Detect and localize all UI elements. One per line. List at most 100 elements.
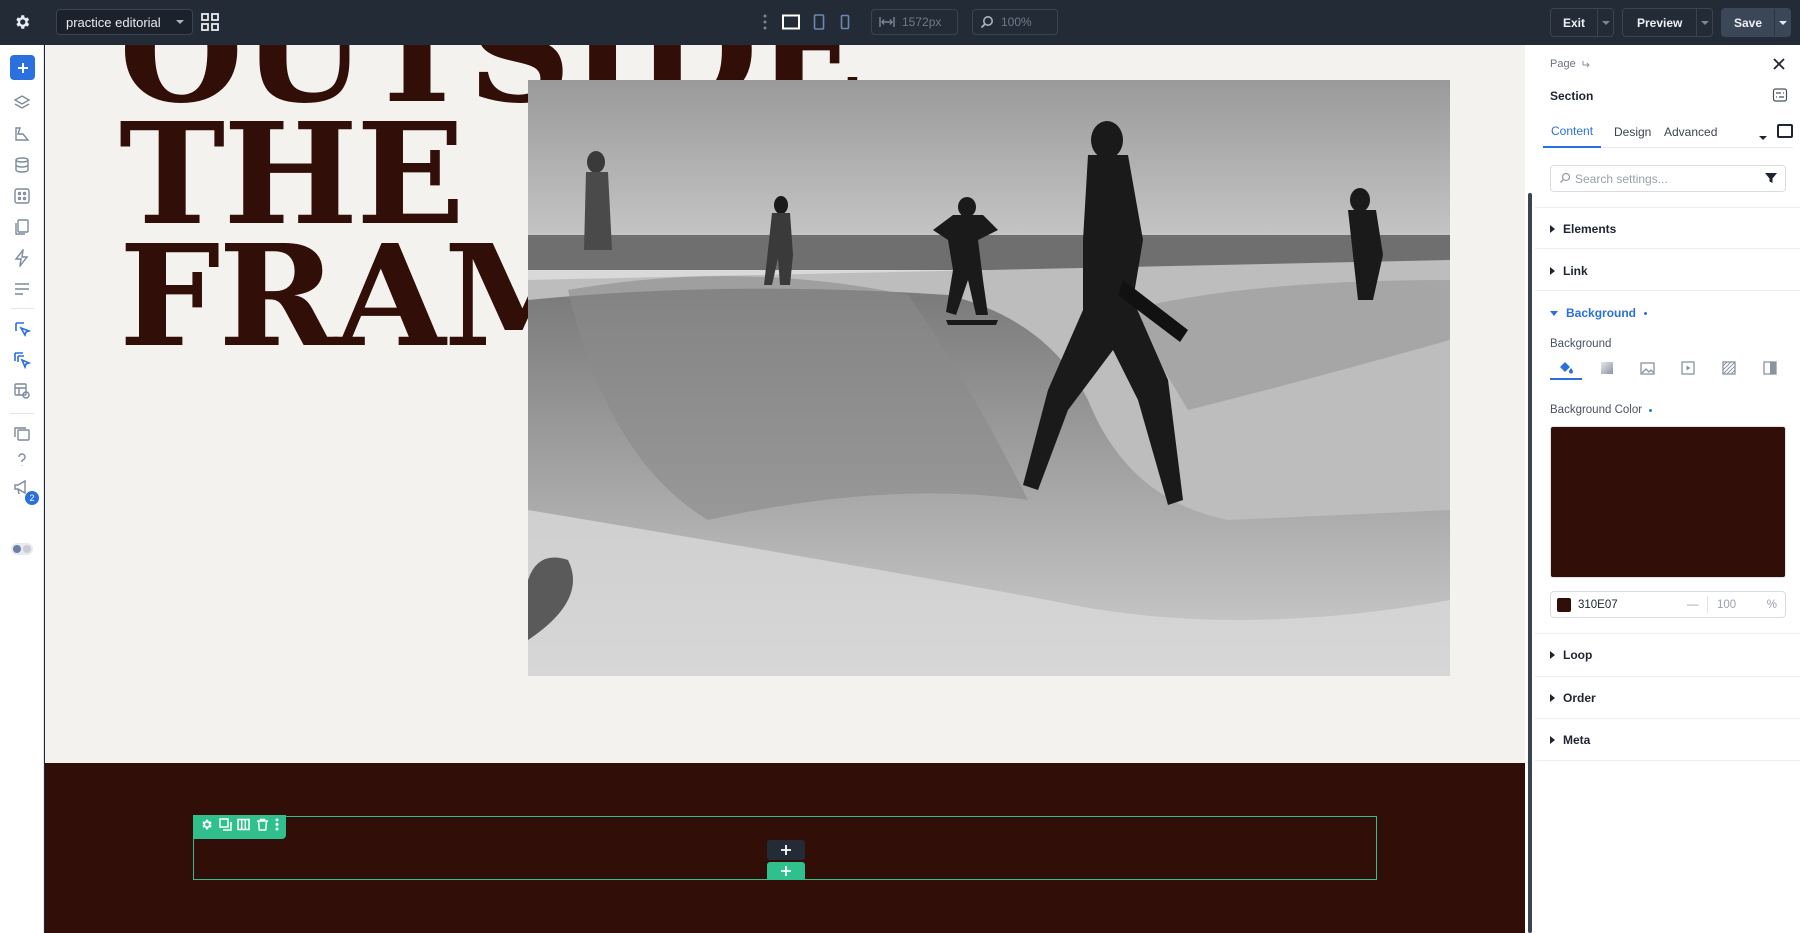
accordion-background[interactable]: Background — [1550, 306, 1648, 320]
background-sublabel: Background — [1550, 338, 1612, 350]
accordion-order[interactable]: Order — [1550, 691, 1596, 705]
save-dropdown-icon[interactable] — [1774, 9, 1790, 36]
preview-label: Preview — [1637, 15, 1683, 30]
add-element-button[interactable] — [10, 55, 35, 80]
exit-button[interactable]: Exit — [1550, 8, 1615, 37]
divider — [1535, 760, 1800, 761]
top-toolbar: practice editorial 1572px 100% Exit Prev… — [0, 0, 1800, 45]
pages-icon[interactable] — [12, 217, 32, 237]
color-hex-value[interactable]: 310E07 — [1578, 599, 1618, 611]
components-icon[interactable] — [12, 186, 32, 206]
columns-icon[interactable] — [237, 818, 251, 836]
divider — [1707, 596, 1708, 613]
bg-overlay-icon[interactable] — [1754, 356, 1786, 380]
paint-palette-icon[interactable] — [12, 124, 32, 144]
color-dash: — — [1687, 599, 1699, 611]
tab-content[interactable]: Content — [1543, 116, 1602, 148]
page-select-value: practice editorial — [66, 14, 161, 30]
divider — [1535, 676, 1800, 677]
tablet-view-icon[interactable] — [809, 13, 829, 31]
revisions-icon[interactable] — [12, 424, 32, 444]
divider — [1535, 718, 1800, 719]
add-section-button[interactable] — [767, 862, 805, 880]
cursor-select-icon[interactable] — [12, 319, 32, 339]
accordion-order-label: Order — [1563, 691, 1596, 705]
filter-icon[interactable] — [1765, 172, 1777, 187]
canvas-width-field[interactable]: 1572px — [871, 9, 958, 35]
divider — [1535, 290, 1800, 291]
element-options-icon[interactable] — [1772, 87, 1788, 103]
breadcrumb-arrow-icon — [1582, 60, 1590, 67]
zoom-field[interactable]: 100% — [972, 9, 1058, 35]
element-toolbar — [193, 815, 286, 839]
caret-right-icon — [1550, 694, 1555, 702]
bg-pattern-icon[interactable] — [1713, 356, 1745, 380]
canvas-scroll-thumb[interactable] — [1528, 193, 1532, 933]
sidebar-divider — [10, 308, 34, 309]
interactions-lightning-icon[interactable] — [12, 248, 32, 268]
theme-toggle[interactable] — [11, 543, 33, 555]
page-select-dropdown[interactable]: practice editorial — [56, 9, 193, 35]
bg-image-icon[interactable] — [1632, 356, 1664, 380]
more-vertical-icon[interactable] — [762, 13, 768, 36]
toggle-knob-icon — [23, 545, 31, 553]
panel-element-title: Section — [1550, 89, 1594, 103]
preview-button[interactable]: Preview — [1622, 8, 1714, 37]
forms-sliders-icon[interactable] — [12, 279, 32, 299]
accordion-link-label: Link — [1563, 264, 1588, 278]
opacity-unit: % — [1766, 599, 1777, 611]
template-icon[interactable] — [12, 381, 32, 401]
cursor-multi-select-icon[interactable] — [12, 350, 32, 370]
exit-dropdown-icon[interactable] — [1597, 9, 1613, 36]
divider — [1535, 633, 1800, 634]
delete-trash-icon[interactable] — [256, 818, 269, 836]
tab-advanced[interactable]: Advanced — [1656, 116, 1725, 148]
color-value-input[interactable]: 310E07 — 100 % — [1550, 591, 1786, 618]
modified-indicator-dot — [1644, 311, 1648, 315]
opacity-value[interactable]: 100 — [1717, 599, 1736, 611]
chevron-down-icon — [175, 16, 185, 31]
save-label: Save — [1734, 15, 1763, 30]
breadcrumb[interactable]: Page — [1550, 58, 1591, 70]
add-block-button[interactable] — [767, 840, 805, 860]
background-color-label-text: Background Color — [1550, 404, 1643, 416]
desktop-view-icon[interactable] — [781, 13, 801, 31]
grid-apps-icon[interactable] — [200, 12, 220, 32]
breadcrumb-page[interactable]: Page — [1550, 58, 1576, 70]
accordion-elements[interactable]: Elements — [1550, 222, 1616, 236]
color-preview-swatch[interactable] — [1550, 426, 1786, 578]
settings-gear-icon[interactable] — [10, 10, 34, 34]
notification-badge: 2 — [25, 491, 39, 505]
more-vertical-icon[interactable] — [275, 818, 279, 836]
modified-indicator-dot — [1649, 408, 1653, 412]
builder-canvas[interactable]: OUTSIDE THE FRAME — [45, 45, 1525, 933]
accordion-loop[interactable]: Loop — [1550, 648, 1592, 662]
duplicate-icon[interactable] — [218, 818, 232, 836]
dark-section[interactable] — [45, 763, 1525, 933]
settings-search-input[interactable]: Search settings... — [1550, 165, 1786, 192]
bg-color-fill-icon[interactable] — [1550, 356, 1582, 380]
state-square-icon[interactable] — [1777, 124, 1793, 138]
accordion-meta[interactable]: Meta — [1550, 733, 1590, 747]
accordion-link[interactable]: Link — [1550, 264, 1588, 278]
tabs-more-dropdown-icon[interactable] — [1759, 128, 1767, 146]
caret-right-icon — [1550, 736, 1555, 744]
divider — [1535, 248, 1800, 249]
accordion-loop-label: Loop — [1563, 648, 1593, 662]
toggle-knob-icon — [13, 545, 21, 553]
close-panel-icon[interactable] — [1770, 55, 1788, 73]
element-settings-icon[interactable] — [200, 818, 213, 836]
mobile-view-icon[interactable] — [835, 13, 855, 31]
zoom-value: 100% — [1001, 15, 1032, 29]
bg-gradient-icon[interactable] — [1591, 356, 1623, 380]
bg-video-icon[interactable] — [1672, 356, 1704, 380]
color-swatch-small[interactable] — [1557, 598, 1571, 612]
save-button[interactable]: Save — [1721, 8, 1792, 37]
tab-design[interactable]: Design — [1606, 116, 1659, 148]
database-icon[interactable] — [12, 155, 32, 175]
panel-tabs: Content Design Advanced — [1543, 116, 1793, 148]
preview-dropdown-icon[interactable] — [1696, 9, 1712, 36]
layers-icon[interactable] — [12, 93, 32, 113]
help-question-icon[interactable] — [12, 450, 32, 470]
skatepark-photo[interactable] — [528, 80, 1450, 676]
